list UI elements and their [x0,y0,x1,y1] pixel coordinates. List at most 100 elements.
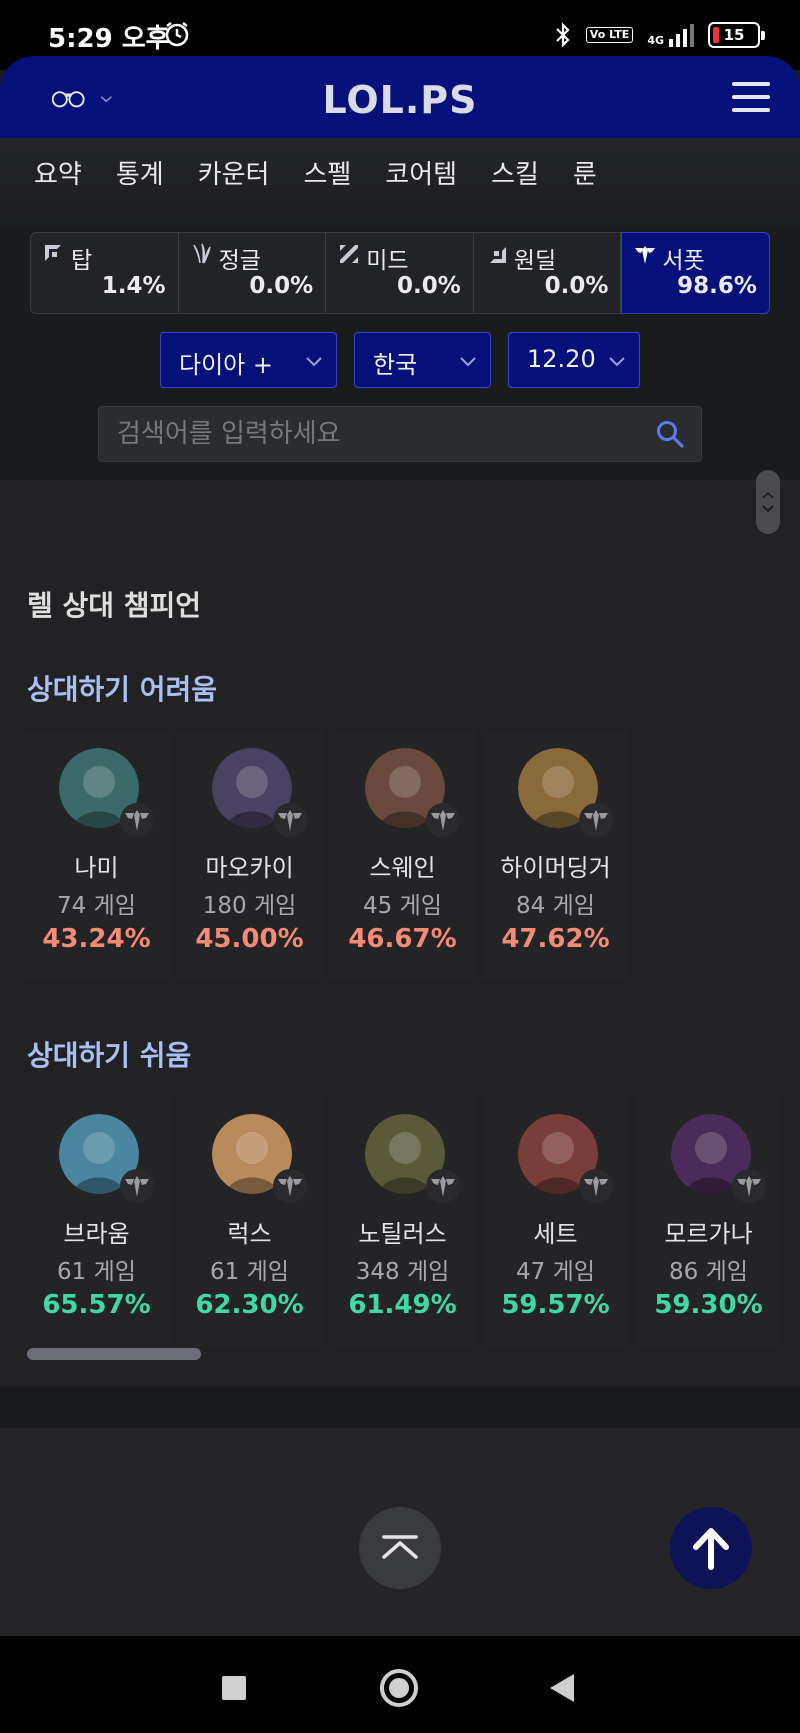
nav-tabs: 요약 통계 카운터 스펠 코어템 스킬 룬 [0,156,800,198]
section-title: 렐 상대 챔피언 [27,589,202,622]
patch-select[interactable]: 12.20 [508,332,640,388]
top-lane-icon [45,245,61,261]
position-rate: 98.6% [677,273,757,299]
filter-dropdowns: 다이아 + 한국 12.20 [0,332,800,388]
position-rate: 1.4% [101,273,166,299]
position-name: 탑 [71,248,93,274]
support-role-icon [732,1169,766,1203]
horizontal-scrollbar[interactable] [27,1348,201,1360]
region-value: 한국 [373,351,418,379]
support-icon [635,246,656,264]
search-input[interactable] [99,407,639,461]
hard-matchups-row[interactable]: 나미 74 게임 43.24% 마오카이 180 게임 45.00% 스웨인 45 게임 46.… [23,730,800,980]
tab-skills[interactable]: 스킬 [457,156,539,198]
tab-runes[interactable]: 룬 [539,156,597,198]
battery-level: 15 [723,26,745,44]
position-rate: 0.0% [249,273,314,299]
tab-core-items[interactable]: 코어템 [351,156,457,198]
mid-lane-icon [340,245,359,263]
tab-stats[interactable]: 통계 [82,156,164,198]
tier-value: 다이아 + [179,351,273,379]
menu-icon[interactable] [732,82,770,112]
system-nav-bar [0,1636,800,1733]
tab-counter[interactable]: 카운터 [164,156,270,198]
bottom-lane-icon [489,247,506,263]
hard-matchups-title: 상대하기 어려움 [27,673,218,706]
champion-card[interactable]: 스웨인 45 게임 46.67% [329,730,476,980]
champion-winrate: 59.57% [501,1290,610,1320]
position-name: 서폿 [662,248,705,274]
champion-winrate: 47.62% [501,924,610,954]
back-button[interactable] [550,1674,574,1702]
champion-card[interactable]: 브라움 61 게임 65.57% [23,1096,170,1346]
recents-button[interactable] [222,1676,246,1700]
champion-name: 하이머딩거 [500,854,611,882]
support-role-icon [120,803,154,837]
status-icons: Vo LTE 4G 15 [554,20,765,50]
champion-games: 61 게임 [57,1259,136,1285]
champion-card[interactable]: 럭스 61 게임 62.30% [176,1096,323,1346]
filter-area: 요약 통계 카운터 스펠 코어템 스킬 룬 탑 1.4% 정글 0.0% 미드 … [0,138,800,480]
champion-card[interactable]: 마오카이 180 게임 45.00% [176,730,323,980]
chevron-down-icon [460,357,476,367]
champion-card[interactable]: 세트 47 게임 59.57% [482,1096,629,1346]
easy-matchups-row[interactable]: 브라움 61 게임 65.57% 럭스 61 게임 62.30% 노틸러스 348 게임 61.… [23,1096,800,1346]
home-button[interactable] [380,1669,418,1707]
search-icon[interactable] [655,419,685,449]
arrow-up-icon [693,1528,729,1570]
support-role-icon [273,1169,307,1203]
alarm-icon [165,22,189,47]
champion-games: 74 게임 [57,893,136,919]
tier-select[interactable]: 다이아 + [160,332,337,388]
champion-card[interactable]: 하이머딩거 84 게임 47.62% [482,730,629,980]
champion-card[interactable]: 나미 74 게임 43.24% [23,730,170,980]
champion-name: 세트 [533,1220,578,1248]
easy-matchups-title: 상대하기 쉬움 [27,1039,192,1072]
scroll-to-top-button[interactable] [359,1507,441,1589]
champion-winrate: 43.24% [42,924,151,954]
position-top[interactable]: 탑 1.4% [30,232,179,314]
champion-games: 180 게임 [202,893,297,919]
champion-winrate: 45.00% [195,924,304,954]
position-name: 정글 [218,248,261,274]
up-arrow-button[interactable] [670,1507,752,1589]
champion-card[interactable]: 모르가나 86 게임 59.30% [635,1096,782,1346]
position-rate: 0.0% [396,273,461,299]
position-name: 원딜 [513,248,557,274]
tab-spells[interactable]: 스펠 [269,156,351,198]
tab-summary[interactable]: 요약 [0,156,82,198]
support-role-icon [426,1169,460,1203]
section-divider [0,1386,800,1428]
champion-winrate: 62.30% [195,1290,304,1320]
champion-winrate: 65.57% [42,1290,151,1320]
champion-winrate: 59.30% [654,1290,763,1320]
champion-winrate: 61.49% [348,1290,457,1320]
site-logo[interactable]: LOL.PS [0,78,800,122]
champion-winrate: 46.67% [348,924,457,954]
page-scrollbar[interactable] [756,470,780,534]
champion-card[interactable]: 노틸러스 348 게임 61.49% [329,1096,476,1346]
support-role-icon [579,803,613,837]
search-box [98,406,702,462]
champion-name: 스웨인 [369,854,436,882]
chevron-down-icon [609,357,625,367]
patch-value: 12.20 [527,345,596,373]
position-jungle[interactable]: 정글 0.0% [178,232,327,314]
champion-games: 348 게임 [355,1259,450,1285]
region-select[interactable]: 한국 [354,332,491,388]
position-support[interactable]: 서폿 98.6% [621,232,770,314]
position-mid[interactable]: 미드 0.0% [326,232,474,314]
position-selector: 탑 1.4% 정글 0.0% 미드 0.0% 원딜 0.0% 서폿 98.6% [30,232,770,314]
network-type: 4G [647,33,664,47]
support-role-icon [426,803,460,837]
champion-games: 86 게임 [669,1259,748,1285]
app-header: LOL.PS [0,56,800,138]
champion-name: 나미 [74,854,119,882]
position-bottom[interactable]: 원딜 0.0% [473,232,622,314]
champion-games: 47 게임 [516,1259,595,1285]
champion-name: 노틸러스 [358,1220,447,1248]
support-role-icon [120,1169,154,1203]
chevron-down-icon [306,357,322,367]
signal-icon: 4G [647,23,694,47]
champion-games: 45 게임 [363,893,442,919]
